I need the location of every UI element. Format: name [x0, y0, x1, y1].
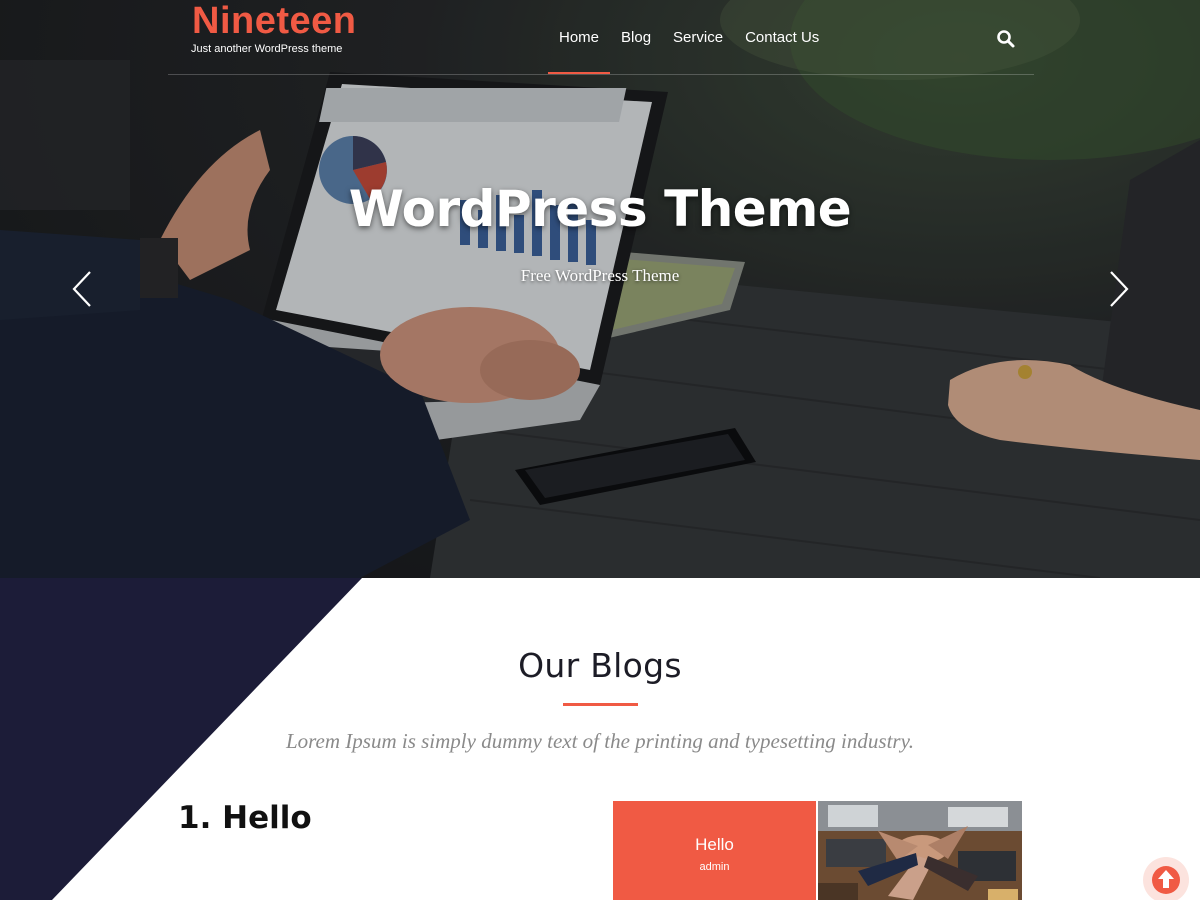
search-icon [997, 30, 1015, 48]
scroll-to-top-button[interactable] [1143, 857, 1189, 900]
post-card-author[interactable]: admin [613, 861, 816, 873]
slide-subtitle: Free WordPress Theme [520, 266, 680, 285]
section-description: Lorem Ipsum is simply dummy text of the … [285, 729, 914, 753]
post-card[interactable]: Hello admin [613, 801, 816, 900]
post-thumbnail[interactable] [818, 801, 1022, 900]
search-button[interactable] [995, 28, 1017, 50]
site-tagline: Just another WordPress theme [191, 43, 343, 55]
nav-item-service[interactable]: Service [662, 22, 734, 76]
site-title[interactable]: Nineteen [192, 0, 356, 42]
hero-overlay [0, 0, 1200, 578]
section-title: Our Blogs [518, 646, 682, 685]
nav-item-contact-us[interactable]: Contact Us [734, 22, 830, 76]
nav-item-home[interactable]: Home [548, 22, 611, 76]
post-thumbnail-image [818, 801, 1022, 900]
post-card-title[interactable]: Hello [613, 835, 816, 855]
main-navigation: Home Blog Service Contact Us [548, 22, 830, 76]
chevron-right-icon [1110, 271, 1129, 307]
section-title-underline [563, 703, 638, 706]
site-header: Nineteen Just another WordPress theme Ho… [0, 0, 1200, 76]
header-divider [168, 74, 1034, 75]
nav-item-blog[interactable]: Blog [610, 22, 662, 76]
slide-title: WordPress Theme [348, 180, 852, 238]
arrow-up-icon [1152, 866, 1180, 894]
blogs-section: Our Blogs Lorem Ipsum is simply dummy te… [0, 578, 1200, 900]
post-heading[interactable]: 1. Hello [178, 800, 312, 836]
hero-slider: Nineteen Just another WordPress theme Ho… [0, 0, 1200, 578]
chevron-left-icon [72, 271, 91, 307]
slider-prev-button[interactable] [68, 268, 98, 310]
slider-next-button[interactable] [1103, 268, 1133, 310]
